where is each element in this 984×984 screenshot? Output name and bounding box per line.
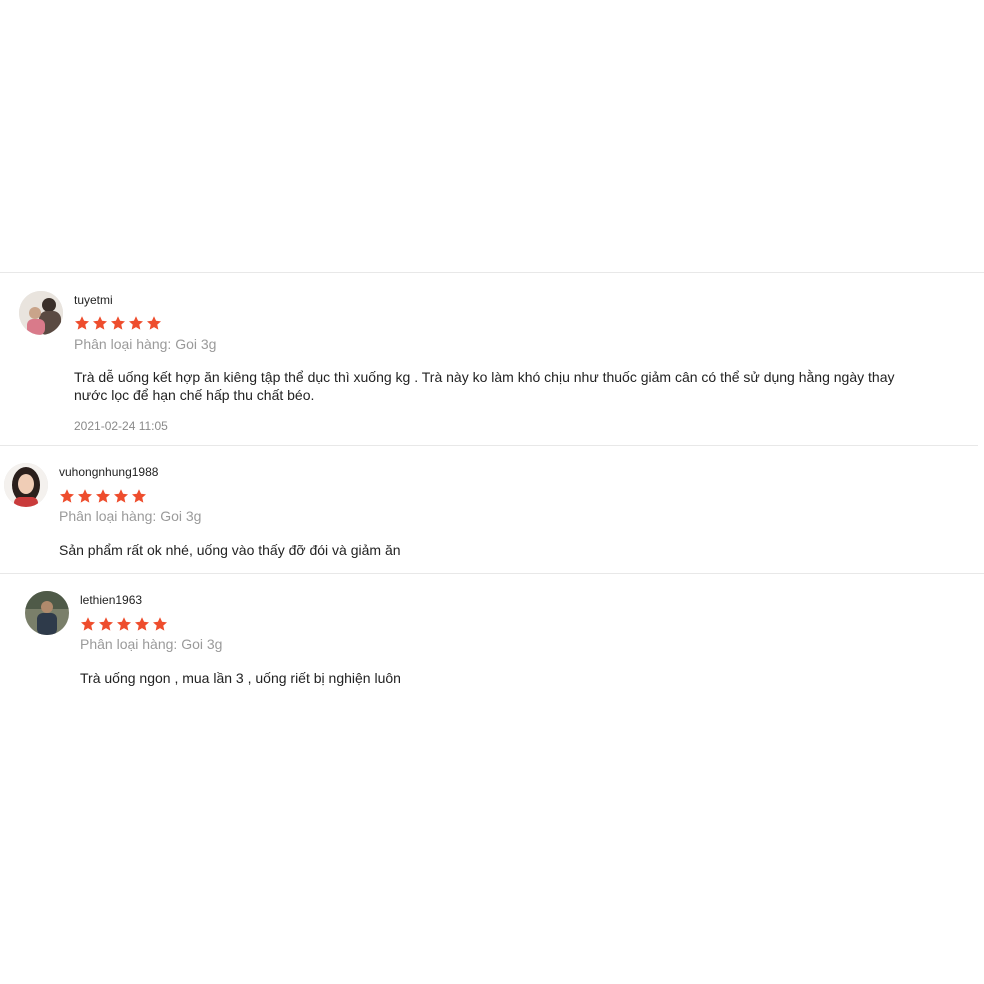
review-username[interactable]: tuyetmi [74, 293, 113, 307]
star-icon [129, 316, 143, 330]
rating-stars [59, 488, 147, 504]
review-comment: Trà dễ uống kết hợp ăn kiêng tập thể dục… [74, 369, 895, 403]
star-icon [93, 316, 107, 330]
review-timestamp: 2021-02-24 11:05 [74, 419, 168, 433]
star-icon [99, 617, 113, 631]
review-username[interactable]: vuhongnhung1988 [59, 465, 158, 479]
star-icon [147, 316, 161, 330]
review-comment: Trà uống ngon , mua lần 3 , uống riết bị… [80, 670, 401, 686]
star-icon [78, 489, 92, 503]
star-icon [75, 316, 89, 330]
star-icon [114, 489, 128, 503]
star-icon [153, 617, 167, 631]
star-icon [81, 617, 95, 631]
review-username[interactable]: lethien1963 [80, 593, 142, 607]
user-avatar[interactable] [4, 463, 48, 507]
review-divider [0, 573, 984, 574]
review-divider [0, 272, 984, 273]
star-icon [135, 617, 149, 631]
star-icon [117, 617, 131, 631]
rating-stars [80, 616, 168, 632]
variation-label: Phân loại hàng: Goi 3g [59, 508, 202, 524]
review-comment: Sản phẩm rất ok nhé, uống vào thấy đỡ đó… [59, 542, 401, 558]
avatar-photo-icon [4, 463, 48, 507]
avatar-photo-icon [19, 291, 63, 335]
star-icon [132, 489, 146, 503]
review-divider [0, 445, 978, 446]
rating-stars [74, 315, 162, 331]
variation-label: Phân loại hàng: Goi 3g [80, 636, 223, 652]
user-avatar[interactable] [19, 291, 63, 335]
star-icon [96, 489, 110, 503]
variation-label: Phân loại hàng: Goi 3g [74, 336, 217, 352]
star-icon [60, 489, 74, 503]
avatar-photo-icon [25, 591, 69, 635]
user-avatar[interactable] [25, 591, 69, 635]
star-icon [111, 316, 125, 330]
